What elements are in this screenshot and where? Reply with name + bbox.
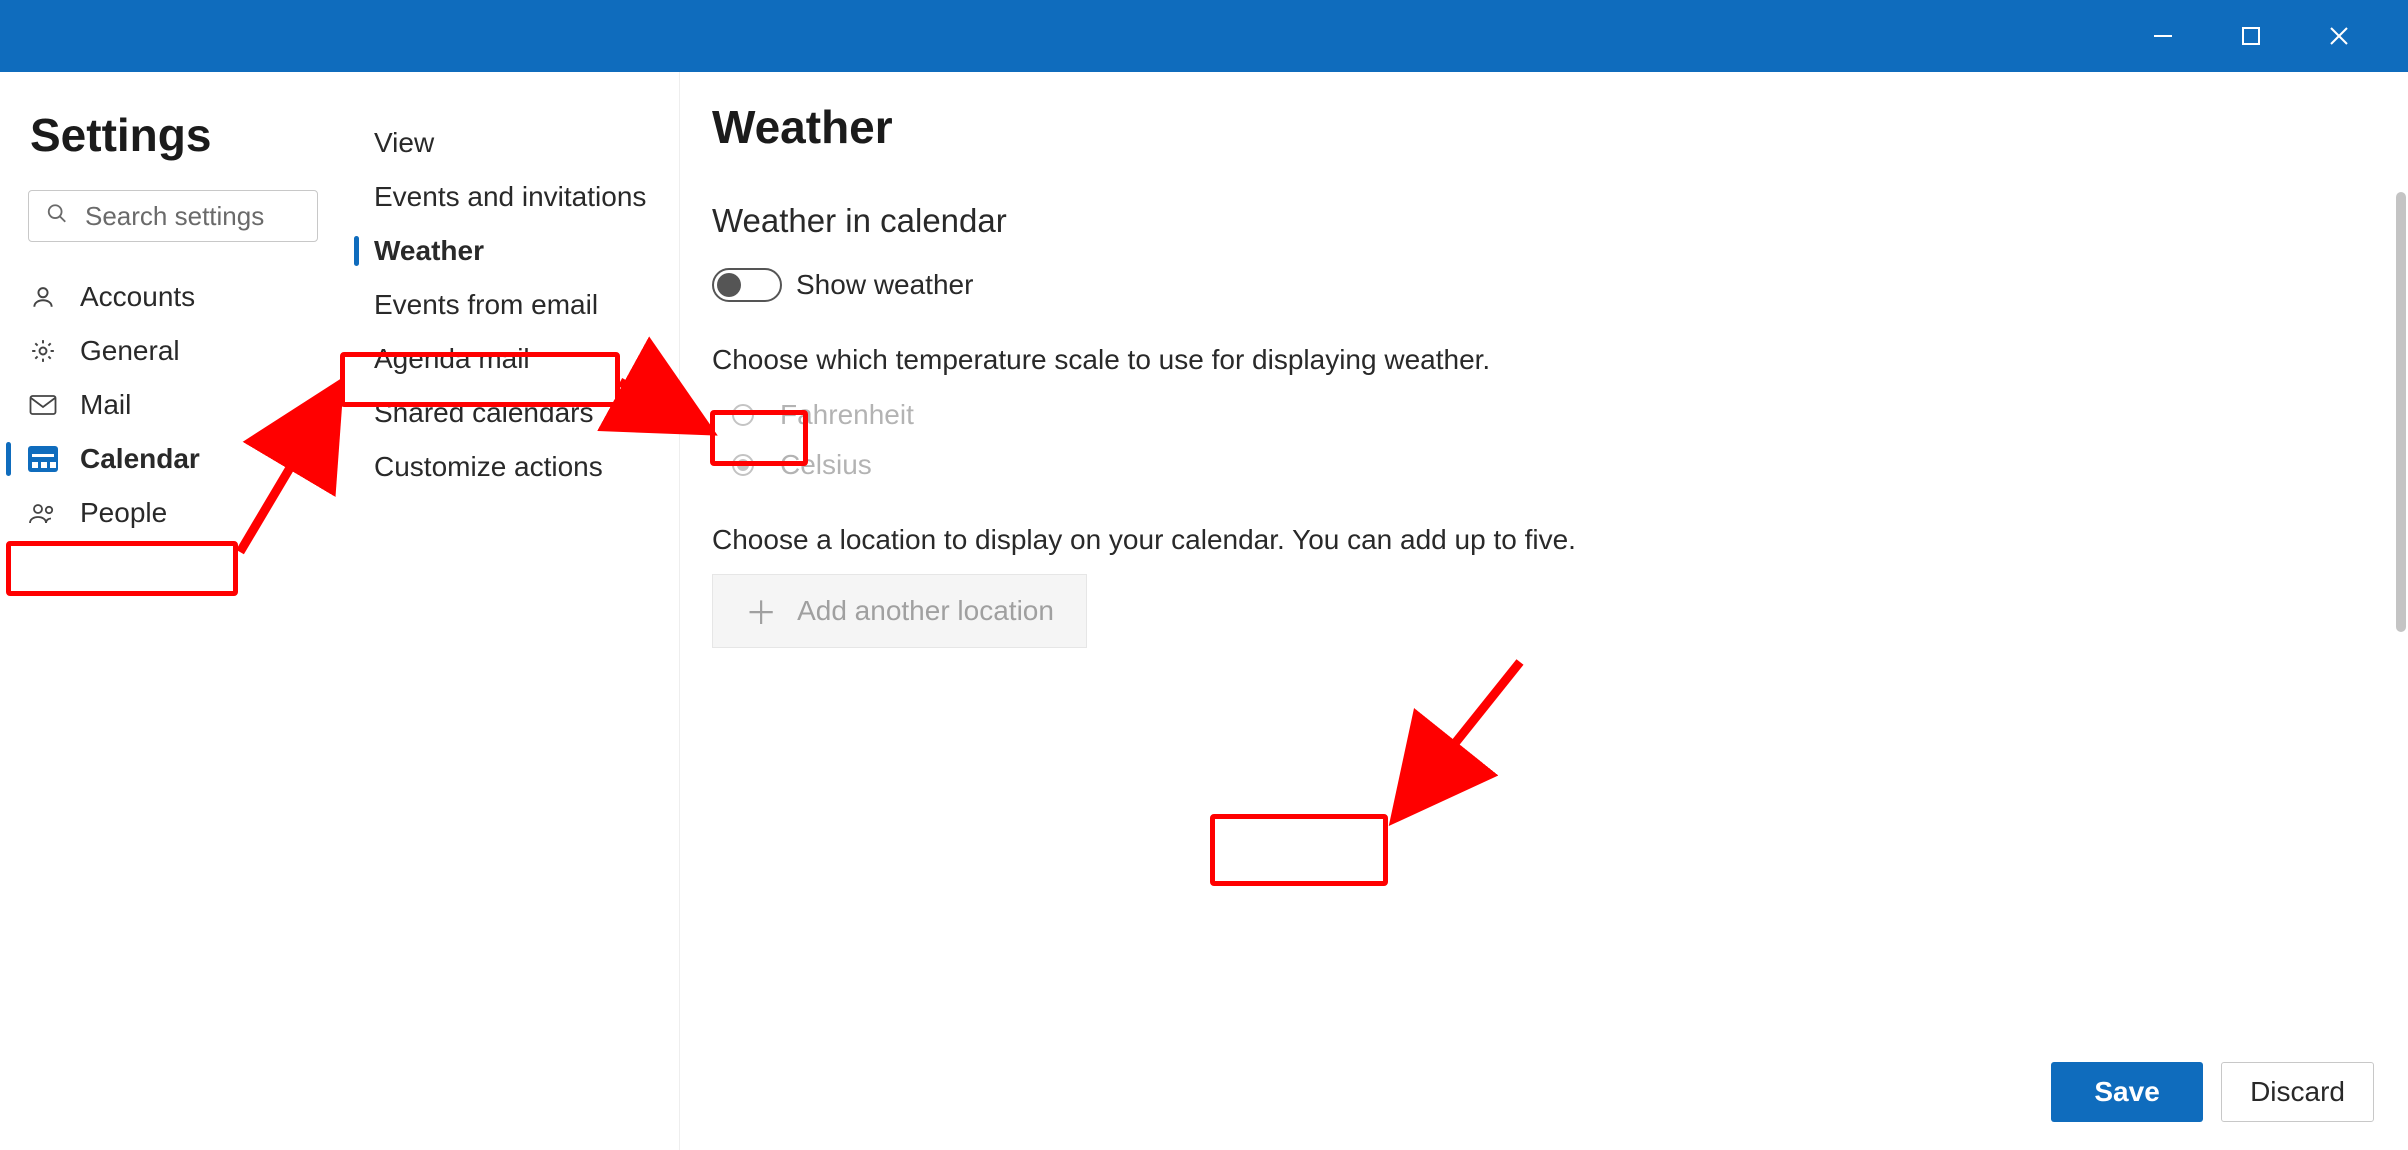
midnav-item-events-invitations[interactable]: Events and invitations — [340, 170, 679, 224]
content-title: Weather — [712, 100, 2368, 154]
search-wrap — [28, 190, 318, 242]
midnav-item-customize-actions[interactable]: Customize actions — [340, 440, 679, 494]
midnav-item-label: View — [374, 127, 434, 159]
titlebar — [0, 0, 2408, 72]
sidebar-item-label: People — [80, 497, 167, 529]
midnav-item-label: Shared calendars — [374, 397, 593, 429]
midnav-item-agenda-mail[interactable]: Agenda mail — [340, 332, 679, 386]
footer: Save Discard — [2051, 1062, 2374, 1122]
scale-description: Choose which temperature scale to use fo… — [712, 344, 2368, 376]
sidebar-item-general[interactable]: General — [0, 324, 340, 378]
add-location-button[interactable]: ＋ Add another location — [712, 574, 1087, 648]
toggle-row: Show weather — [712, 268, 2368, 302]
radio-celsius[interactable]: Celsius — [712, 440, 2368, 490]
midnav-item-events-from-email[interactable]: Events from email — [340, 278, 679, 332]
search-icon — [46, 203, 68, 230]
sidebar-item-mail[interactable]: Mail — [0, 378, 340, 432]
sidebar-item-label: Accounts — [80, 281, 195, 313]
people-icon — [28, 501, 58, 525]
radio-fahrenheit[interactable]: Fahrenheit — [712, 390, 2368, 440]
midnav-item-label: Customize actions — [374, 451, 603, 483]
midnav-item-weather[interactable]: Weather — [340, 224, 679, 278]
sidebar: Settings Accounts General — [0, 72, 340, 1150]
midnav: View Events and invitations Weather Even… — [340, 72, 680, 1150]
search-input[interactable] — [28, 190, 318, 242]
midnav-item-label: Events from email — [374, 289, 598, 321]
save-button[interactable]: Save — [2051, 1062, 2203, 1122]
radio-label: Celsius — [780, 449, 872, 481]
mail-icon — [28, 394, 58, 416]
calendar-icon — [28, 446, 58, 472]
midnav-item-shared-calendars[interactable]: Shared calendars — [340, 386, 679, 440]
sidebar-item-calendar[interactable]: Calendar — [0, 432, 340, 486]
midnav-item-label: Agenda mail — [374, 343, 530, 375]
maximize-icon — [2241, 26, 2261, 46]
radio-icon — [732, 404, 754, 426]
midnav-item-view[interactable]: View — [340, 116, 679, 170]
close-button[interactable] — [2325, 22, 2353, 50]
show-weather-toggle[interactable] — [712, 268, 782, 302]
settings-title: Settings — [0, 100, 340, 190]
sidebar-item-label: Calendar — [80, 443, 200, 475]
section-title: Weather in calendar — [712, 202, 2368, 240]
radio-label: Fahrenheit — [780, 399, 914, 431]
window-controls — [2149, 0, 2408, 72]
midnav-item-label: Weather — [374, 235, 484, 267]
scrollbar-thumb[interactable] — [2396, 192, 2406, 632]
sidebar-item-accounts[interactable]: Accounts — [0, 270, 340, 324]
sidebar-item-label: General — [80, 335, 180, 367]
toggle-label: Show weather — [796, 269, 973, 301]
maximize-button[interactable] — [2237, 22, 2265, 50]
nav-list: Accounts General Mail Calendar — [0, 266, 340, 540]
toggle-knob — [717, 273, 741, 297]
plus-icon: ＋ — [745, 588, 777, 634]
midnav-item-label: Events and invitations — [374, 181, 646, 213]
minimize-icon — [2152, 25, 2174, 47]
close-icon — [2328, 25, 2350, 47]
location-description: Choose a location to display on your cal… — [712, 524, 2368, 556]
sidebar-item-label: Mail — [80, 389, 131, 421]
person-icon — [28, 284, 58, 310]
discard-button[interactable]: Discard — [2221, 1062, 2374, 1122]
content: Weather Weather in calendar Show weather… — [680, 72, 2408, 1150]
minimize-button[interactable] — [2149, 22, 2177, 50]
add-location-label: Add another location — [797, 595, 1054, 627]
gear-icon — [28, 338, 58, 364]
scrollbar[interactable] — [2396, 192, 2406, 632]
radio-icon — [732, 454, 754, 476]
body-area: Settings Accounts General — [0, 72, 2408, 1150]
sidebar-item-people[interactable]: People — [0, 486, 340, 540]
